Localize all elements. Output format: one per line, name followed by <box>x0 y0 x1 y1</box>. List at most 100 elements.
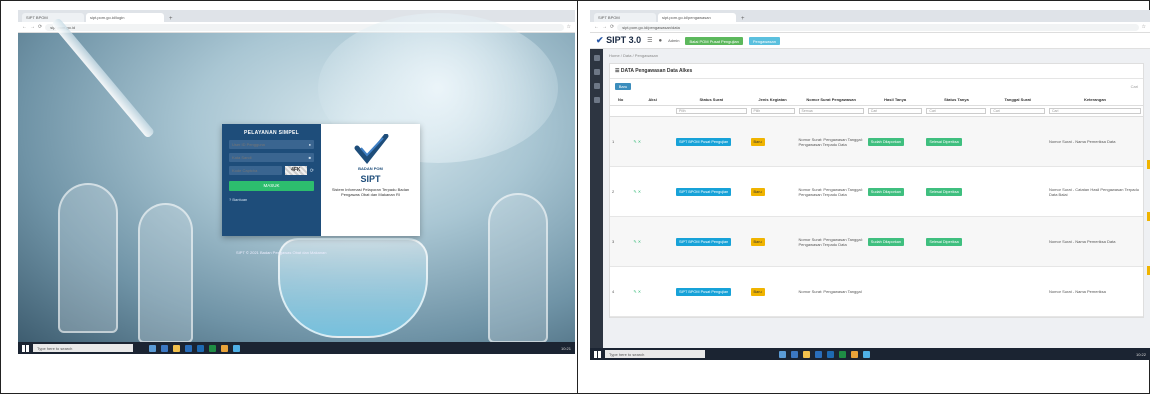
filter-input[interactable]: Semua <box>798 108 864 114</box>
bpom-checkmark-logo <box>354 134 388 164</box>
login-button[interactable]: MASUK <box>229 181 314 191</box>
reload-icon[interactable]: ⟳ <box>610 24 614 30</box>
test-tube-illustration <box>488 193 548 343</box>
col-header[interactable]: Nomor Surat Pengawasan <box>796 94 866 106</box>
row-actions[interactable]: ✎ ✕ <box>633 239 641 244</box>
taskbar-search[interactable]: Type here to search <box>605 350 705 358</box>
new-tab-button[interactable]: + <box>738 16 748 22</box>
filter-input[interactable]: Cari <box>867 108 923 114</box>
chrome-icon[interactable] <box>851 350 858 358</box>
row-actions[interactable]: ✎ ✕ <box>633 189 641 194</box>
user-name[interactable]: Admin <box>668 38 679 43</box>
module-badge[interactable]: Pengawasan <box>748 36 780 45</box>
table-row: 2 ✎ ✕ SIPT BPOM Pusat Pengujian Baru Nom… <box>610 166 1143 217</box>
sipt-logo[interactable]: ✔ SIPT 3.0 <box>596 35 641 46</box>
unit-badge[interactable]: Balai POM Pusat Pengujian <box>685 36 743 45</box>
url-field[interactable]: sipt.pom.go.id/pengawasan/data <box>617 23 1139 31</box>
forward-icon[interactable]: → <box>602 24 607 30</box>
col-header[interactable]: Status Surat <box>673 94 749 106</box>
settings-icon[interactable] <box>593 97 600 103</box>
word-icon[interactable] <box>197 344 204 352</box>
back-icon[interactable]: ← <box>22 24 27 30</box>
menu-toggle-icon[interactable]: ☰ <box>647 37 652 44</box>
col-header[interactable]: Aksi <box>631 94 674 106</box>
username-field[interactable]: ● <box>229 140 314 149</box>
browser-tabbar: SIPT BPOM sipt.pom.go.id/pengawasan + <box>590 10 1150 22</box>
document-icon[interactable] <box>593 69 600 75</box>
col-header[interactable]: Tanggal Surat <box>988 94 1047 106</box>
windows-start-icon[interactable] <box>22 344 29 352</box>
filter-input[interactable]: Cari <box>1049 108 1141 114</box>
browser-tab-active[interactable]: sipt.pom.go.id/login <box>86 13 164 22</box>
data-panel: ☰ DATA Pengawasan Data Alkes Baru Cari N… <box>609 63 1144 318</box>
forward-icon[interactable]: → <box>30 24 35 30</box>
col-header[interactable]: Status Tanya <box>924 94 989 106</box>
task-view-icon[interactable] <box>149 344 156 352</box>
star-icon[interactable]: ☆ <box>567 24 571 30</box>
login-screenshot: SIPT BPOM sipt.pom.go.id/login + ← → ⟳ s… <box>18 10 575 354</box>
browser-tab[interactable]: SIPT BPOM <box>594 13 656 22</box>
file-explorer-icon[interactable] <box>173 344 180 352</box>
result-badge: Sudah Dilaporkan <box>867 137 904 146</box>
address-bar: ← → ⟳ sipt.pom.go.id/pengawasan/data ☆ <box>590 22 1150 33</box>
panel-toolbar: Baru Cari <box>610 79 1143 94</box>
file-explorer-icon[interactable] <box>803 350 810 358</box>
letter-detail: Nomor Surat: Pengawasan Tanggal: Pengawa… <box>796 216 866 267</box>
store-icon[interactable] <box>815 350 822 358</box>
status-chip[interactable]: SIPT BPOM Pusat Pengujian <box>675 187 732 196</box>
add-button[interactable]: Baru <box>615 83 631 90</box>
chrome-icon[interactable] <box>221 344 228 352</box>
app-icon[interactable] <box>863 350 870 358</box>
dashboard-icon[interactable] <box>593 55 600 61</box>
filter-input[interactable]: Cari <box>990 108 1045 114</box>
excel-icon[interactable] <box>209 344 216 352</box>
col-header[interactable]: Keterangan <box>1047 94 1143 106</box>
app-header: ✔ SIPT 3.0 ☰ ● Admin Balai POM Pusat Pen… <box>590 33 1150 49</box>
star-icon[interactable]: ☆ <box>1142 24 1146 30</box>
password-input[interactable] <box>232 155 309 160</box>
list-icon: ☰ <box>615 68 620 74</box>
edge-icon[interactable] <box>791 350 798 358</box>
excel-icon[interactable] <box>839 350 846 358</box>
service-brand: PELAYANAN SIMPEL <box>244 130 299 136</box>
filter-select[interactable]: Pilih <box>675 108 747 114</box>
app-icon[interactable] <box>233 344 240 352</box>
filter-input[interactable]: Cari <box>926 108 987 114</box>
back-icon[interactable]: ← <box>594 24 599 30</box>
username-input[interactable] <box>232 142 309 147</box>
test-tube-illustration <box>138 203 193 343</box>
password-field[interactable]: ■ <box>229 153 314 162</box>
captcha-field[interactable] <box>229 166 282 175</box>
help-link[interactable]: ? Bantuan <box>229 197 314 202</box>
logo-text: SIPT <box>606 35 627 45</box>
reload-icon[interactable]: ⟳ <box>38 24 42 30</box>
col-header[interactable]: Jenis Kegiatan <box>748 94 797 106</box>
browser-tab-active[interactable]: sipt.pom.go.id/pengawasan <box>658 13 736 22</box>
type-badge: Baru <box>750 137 765 146</box>
status-chip[interactable]: SIPT BPOM Pusat Pengujian <box>675 237 732 246</box>
windows-start-icon[interactable] <box>594 350 601 358</box>
col-header[interactable]: Hasil Tanya <box>865 94 925 106</box>
filter-select[interactable]: Pilih <box>750 108 795 114</box>
taskbar-search[interactable]: Type here to search <box>33 344 133 352</box>
store-icon[interactable] <box>185 344 192 352</box>
col-header[interactable]: No <box>610 94 632 106</box>
breadcrumb[interactable]: Home / Data / Pengawasan <box>609 53 1144 58</box>
user-icon: ● <box>658 37 663 44</box>
test-tube-illustration <box>58 183 118 333</box>
row-actions[interactable]: ✎ ✕ <box>633 289 641 294</box>
report-icon[interactable] <box>593 83 600 89</box>
status-chip[interactable]: SIPT BPOM Pusat Pengujian <box>675 287 732 296</box>
new-tab-button[interactable]: + <box>166 16 176 22</box>
result-badge: Sudah Dilaporkan <box>867 187 904 196</box>
status-chip[interactable]: SIPT BPOM Pusat Pengujian <box>675 137 732 146</box>
word-icon[interactable] <box>827 350 834 358</box>
result-badge: Sudah Dilaporkan <box>867 237 904 246</box>
refresh-captcha-icon[interactable]: ⟳ <box>310 168 314 174</box>
edge-icon[interactable] <box>161 344 168 352</box>
row-actions[interactable]: ✎ ✕ <box>633 139 641 144</box>
task-view-icon[interactable] <box>779 350 786 358</box>
captcha-input[interactable] <box>232 168 279 173</box>
type-badge: Baru <box>750 237 765 246</box>
table-search[interactable]: Cari <box>1131 84 1138 89</box>
